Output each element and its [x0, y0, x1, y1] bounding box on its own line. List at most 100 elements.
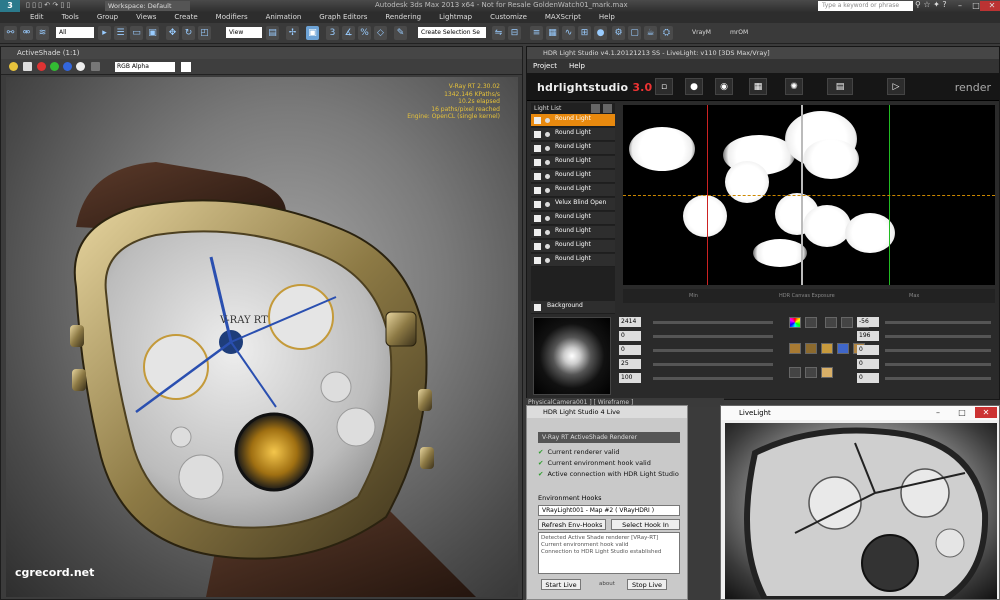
swatch[interactable] [821, 367, 833, 378]
graphite-icon[interactable]: ▦ [546, 26, 559, 40]
quick-access-icons[interactable]: ▯ ▯ ▯ ↶ ↷ ▯ ▯ [26, 1, 70, 9]
prop-slider[interactable] [653, 377, 773, 380]
alpha-channel-icon[interactable] [76, 62, 85, 71]
layer-manager-icon[interactable]: ≡ [530, 26, 543, 40]
help-icons[interactable]: ⚲ ☆ ✦ ? [915, 0, 947, 9]
light-list-item[interactable]: Round Light [531, 156, 615, 169]
channel-dropdown[interactable]: RGB Alpha [115, 62, 175, 72]
search-input[interactable]: Type a keyword or phrase [818, 1, 913, 11]
light-visible-checkbox[interactable] [534, 243, 541, 250]
link-icon[interactable]: ⚯ [4, 26, 17, 40]
edit-named-sets-icon[interactable]: ✎ [394, 26, 407, 40]
keyboard-shortcut-icon[interactable]: ▣ [306, 26, 319, 40]
background-row[interactable]: Background [531, 301, 615, 314]
menu-tools[interactable]: Tools [53, 12, 88, 23]
render-button[interactable]: render [955, 81, 991, 94]
light-list-item[interactable]: Round Light [531, 128, 615, 141]
blue-channel-icon[interactable] [63, 62, 72, 71]
menu-create[interactable]: Create [165, 12, 206, 23]
camera-icon[interactable]: ▷ [887, 78, 905, 95]
menu-animation[interactable]: Animation [257, 12, 311, 23]
swatch[interactable] [805, 343, 817, 354]
light-list-item[interactable]: Round Light [531, 142, 615, 155]
swatch[interactable] [789, 367, 801, 378]
light-visible-checkbox[interactable] [534, 159, 541, 166]
soft-light-icon[interactable]: ◉ [715, 78, 733, 95]
maximize-icon[interactable]: □ [951, 407, 973, 418]
prop-slider[interactable] [653, 363, 773, 366]
spinner-snap-icon[interactable]: ◇ [374, 26, 387, 40]
reference-coordinate-dropdown[interactable]: View [226, 27, 262, 38]
select-hook-button[interactable]: Select Hook In Scene [611, 519, 680, 539]
stop-live-button[interactable]: Stop Live [627, 579, 667, 590]
render-viewport[interactable]: V-RAY RT V-Ray RT 2.30.02 1342.146 KPath… [6, 77, 518, 597]
prop-slider[interactable] [885, 377, 991, 380]
green-channel-icon[interactable] [50, 62, 59, 71]
image-light-icon[interactable]: ▦ [749, 78, 767, 95]
menu-rendering[interactable]: Rendering [376, 12, 430, 23]
select-by-name-icon[interactable]: ☰ [114, 26, 127, 40]
render-iterative-icon[interactable]: ⛭ [660, 26, 673, 40]
percent-snap-icon[interactable]: % [358, 26, 371, 40]
menu-maxscript[interactable]: MAXScript [536, 12, 590, 23]
align-icon[interactable]: ⊟ [508, 26, 521, 40]
light-list-item[interactable]: Round Light [531, 212, 615, 225]
close-icon[interactable]: ✕ [980, 1, 1000, 11]
scale-icon[interactable]: ◰ [198, 26, 211, 40]
about-link[interactable]: about [599, 581, 615, 587]
bind-icon[interactable]: ≋ [36, 26, 49, 40]
move-icon[interactable]: ✥ [166, 26, 179, 40]
red-channel-icon[interactable] [37, 62, 46, 71]
prop-value[interactable]: 196 [857, 331, 879, 341]
light-visible-checkbox[interactable] [534, 173, 541, 180]
swatch[interactable] [825, 317, 837, 328]
activeshade-title[interactable]: ActiveShade (1:1) [1, 47, 522, 59]
light-preset-icon[interactable]: ▫ [655, 78, 673, 95]
light-visible-checkbox[interactable] [534, 215, 541, 222]
light-visible-checkbox[interactable] [534, 117, 541, 124]
prop-value[interactable]: 0 [857, 359, 879, 369]
render-icon[interactable] [9, 62, 18, 71]
livelight-render[interactable] [725, 423, 997, 599]
prop-slider[interactable] [885, 349, 991, 352]
light-visible-checkbox[interactable] [534, 145, 541, 152]
menu-group[interactable]: Group [88, 12, 127, 23]
menu-help[interactable]: Help [590, 12, 624, 23]
light-visible-checkbox[interactable] [534, 187, 541, 194]
app-logo-icon[interactable]: 3 [0, 0, 20, 12]
menu-lightmap[interactable]: Lightmap [430, 12, 481, 23]
prop-value[interactable]: 0 [619, 331, 641, 341]
gradient-icon[interactable]: ▤ [827, 78, 853, 95]
light-list-item[interactable]: Round Light [531, 184, 615, 197]
prop-slider[interactable] [885, 321, 991, 324]
hdr-canvas[interactable] [623, 105, 995, 285]
angle-snap-icon[interactable]: ∡ [342, 26, 355, 40]
prop-slider[interactable] [653, 349, 773, 352]
render-production-icon[interactable]: ☕ [644, 26, 657, 40]
menu-graph-editors[interactable]: Graph Editors [310, 12, 376, 23]
prop-value[interactable]: 100 [619, 373, 641, 383]
env-hook-dropdown[interactable]: VRayLight001 - Map #2 ( VRayHDRI ) [538, 505, 680, 516]
swatch[interactable] [837, 343, 849, 354]
prop-value[interactable]: 0 [619, 345, 641, 355]
light-list-item[interactable]: Round Light [531, 240, 615, 253]
pivot-icon[interactable]: ▤ [266, 26, 279, 40]
hdr-menu-project[interactable]: Project [527, 59, 563, 73]
rotate-icon[interactable]: ↻ [182, 26, 195, 40]
swatch[interactable] [805, 317, 817, 328]
render-setup-icon[interactable]: ⚙ [612, 26, 625, 40]
minimize-icon[interactable]: – [927, 407, 949, 418]
light-visible-checkbox[interactable] [534, 229, 541, 236]
live-title[interactable]: HDR Light Studio 4 Live [527, 406, 687, 418]
prop-value[interactable]: 25 [619, 359, 641, 369]
prop-slider[interactable] [653, 335, 773, 338]
mirror-icon[interactable]: ⇋ [492, 26, 505, 40]
light-visible-checkbox[interactable] [534, 131, 541, 138]
schematic-view-icon[interactable]: ⊞ [578, 26, 591, 40]
light-list-item[interactable]: Velux Blind Open [531, 198, 615, 211]
prop-slider[interactable] [653, 321, 773, 324]
select-manipulate-icon[interactable]: ✢ [286, 26, 299, 40]
prop-value[interactable]: 0 [857, 345, 879, 355]
refresh-env-hooks-button[interactable]: Refresh Env-Hooks [538, 519, 606, 530]
hdr-title[interactable]: HDR Light Studio v4.1.20121213 SS - Live… [527, 47, 999, 59]
